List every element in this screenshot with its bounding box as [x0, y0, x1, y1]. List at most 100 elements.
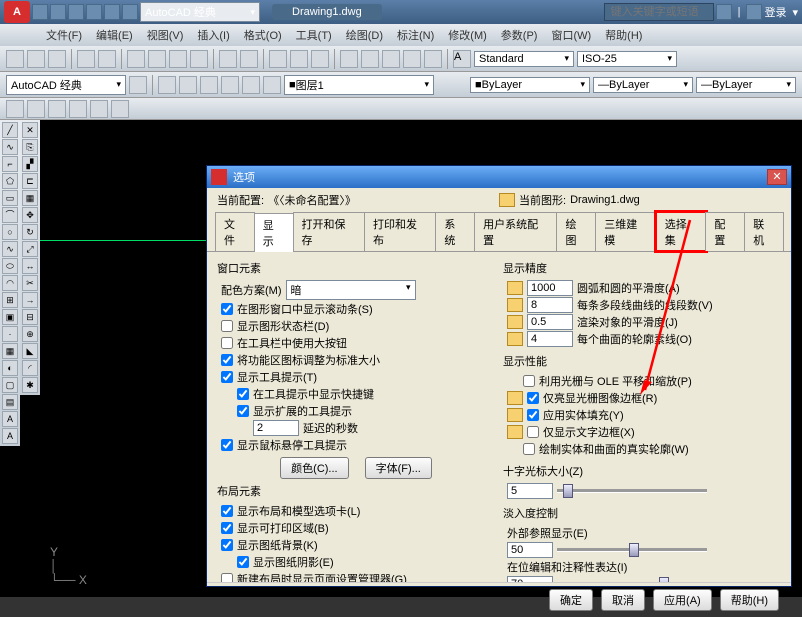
arc-icon[interactable]: ⌒ [2, 207, 18, 223]
search-input[interactable] [604, 3, 714, 21]
app-logo[interactable]: A [4, 1, 30, 23]
break-icon[interactable]: ⊟ [22, 309, 38, 325]
menu-draw[interactable]: 绘图(D) [340, 25, 389, 45]
paperbg-checkbox[interactable] [221, 539, 233, 551]
rb-new-icon[interactable] [6, 50, 24, 68]
tab-draw[interactable]: 绘图 [556, 212, 596, 251]
workspace-combo[interactable]: AutoCAD 经典 [6, 75, 126, 95]
stretch-icon[interactable]: ↔ [22, 258, 38, 274]
pagesetup-checkbox[interactable] [221, 573, 233, 582]
rotate-icon[interactable]: ↻ [22, 224, 38, 240]
rb-a-icon[interactable]: A [453, 50, 471, 68]
menu-dimension[interactable]: 标注(N) [391, 25, 440, 45]
workspace-top-combo[interactable]: AutoCAD 经典 [140, 2, 260, 22]
linetype-combo[interactable]: — ByLayer [593, 77, 693, 93]
dim-icon-5[interactable] [90, 100, 108, 118]
hatch-icon[interactable]: ▦ [2, 343, 18, 359]
spline-icon[interactable]: ∿ [2, 241, 18, 257]
plineseg-input[interactable]: 8 [527, 297, 573, 313]
line-icon[interactable]: ╱ [2, 122, 18, 138]
rb-preview-icon[interactable] [98, 50, 116, 68]
statusbar-checkbox[interactable] [221, 320, 233, 332]
exttip-checkbox[interactable] [237, 405, 249, 417]
layer-filter-icon[interactable] [179, 76, 197, 94]
chamfer-icon[interactable]: ◣ [22, 343, 38, 359]
table-icon[interactable]: ▤ [2, 394, 18, 410]
pline-icon[interactable]: ∿ [2, 139, 18, 155]
solidfill-checkbox[interactable] [527, 409, 539, 421]
xref-fade-input[interactable]: 50 [507, 542, 553, 558]
tooltip-checkbox[interactable] [221, 371, 233, 383]
scrollbar-checkbox[interactable] [221, 303, 233, 315]
point-icon[interactable]: · [2, 326, 18, 342]
rb-save-icon[interactable] [48, 50, 66, 68]
shadow-checkbox[interactable] [237, 556, 249, 568]
tb-new-icon[interactable] [32, 4, 48, 20]
rb-cut-icon[interactable] [127, 50, 145, 68]
tb-print-icon[interactable] [86, 4, 102, 20]
tab-display[interactable]: 显示 [254, 213, 294, 252]
help-button[interactable]: 帮助(H) [720, 589, 779, 611]
menu-modify[interactable]: 修改(M) [442, 25, 493, 45]
insert-icon[interactable]: ⊞ [2, 292, 18, 308]
shortcut-checkbox[interactable] [237, 388, 249, 400]
gradient-icon[interactable]: ◐ [2, 360, 18, 376]
menu-insert[interactable]: 插入(I) [191, 25, 235, 45]
ws-gear-icon[interactable] [129, 76, 147, 94]
layer-bulb-icon[interactable] [221, 76, 239, 94]
circle-icon[interactable]: ○ [2, 224, 18, 240]
rb-open-icon[interactable] [27, 50, 45, 68]
rb-props-icon[interactable] [361, 50, 379, 68]
xref-fade-slider[interactable] [557, 542, 707, 558]
tab-select[interactable]: 选择集 [656, 212, 707, 251]
apply-button[interactable]: 应用(A) [653, 589, 712, 611]
tab-3d[interactable]: 三维建模 [595, 212, 657, 251]
ellipse-arc-icon[interactable]: ◠ [2, 275, 18, 291]
tb-open-icon[interactable] [50, 4, 66, 20]
dim-icon-1[interactable] [6, 100, 24, 118]
lineweight-combo[interactable]: — ByLayer [696, 77, 796, 93]
arcsmooth-input[interactable]: 1000 [527, 280, 573, 296]
tab-system[interactable]: 系统 [435, 212, 475, 251]
fonts-button[interactable]: 字体(F)... [365, 457, 432, 479]
menu-view[interactable]: 视图(V) [141, 25, 190, 45]
rb-zoom-icon[interactable] [290, 50, 308, 68]
rb-plot-icon[interactable] [77, 50, 95, 68]
linecolor-combo[interactable]: ■ ByLayer [470, 77, 590, 93]
explode-icon[interactable]: ✱ [22, 377, 38, 393]
dimstyle-combo[interactable]: ISO-25 [577, 51, 677, 67]
array-icon[interactable]: ▦ [22, 190, 38, 206]
polyline-icon[interactable]: ⌐ [2, 156, 18, 172]
tb-undo-icon[interactable] [104, 4, 120, 20]
delay-input[interactable]: 2 [253, 420, 299, 436]
rasterframe-checkbox[interactable] [527, 392, 539, 404]
rb-copy-icon[interactable] [148, 50, 166, 68]
bigbutton-checkbox[interactable] [221, 337, 233, 349]
dim-icon-6[interactable] [111, 100, 129, 118]
search-icon[interactable] [716, 4, 732, 20]
menu-file[interactable]: 文件(F) [40, 25, 88, 45]
ribbonstd-checkbox[interactable] [221, 354, 233, 366]
layer-lock-icon[interactable] [242, 76, 260, 94]
copy-icon[interactable]: ⎘ [22, 139, 38, 155]
rb-paste-icon[interactable] [169, 50, 187, 68]
rb-undo2-icon[interactable] [219, 50, 237, 68]
tab-file[interactable]: 文件 [215, 212, 255, 251]
menu-window[interactable]: 窗口(W) [545, 25, 597, 45]
rendersmooth-input[interactable]: 0.5 [527, 314, 573, 330]
tab-user[interactable]: 用户系统配置 [474, 212, 557, 251]
rect-icon[interactable]: ▭ [2, 190, 18, 206]
block-icon[interactable]: ▣ [2, 309, 18, 325]
layer-mgr-icon[interactable] [158, 76, 176, 94]
textframe-checkbox[interactable] [527, 426, 539, 438]
dim-icon-2[interactable] [27, 100, 45, 118]
rb-sheet-icon[interactable] [382, 50, 400, 68]
inplace-fade-slider[interactable] [557, 576, 707, 582]
layer-color-icon[interactable] [263, 76, 281, 94]
close-button[interactable]: ✕ [767, 169, 787, 185]
printable-checkbox[interactable] [221, 522, 233, 534]
extend-icon[interactable]: → [22, 292, 38, 308]
inplace-fade-input[interactable]: 70 [507, 576, 553, 582]
dialog-titlebar[interactable]: 选项 ✕ [207, 166, 791, 188]
raster-checkbox[interactable] [523, 375, 535, 387]
